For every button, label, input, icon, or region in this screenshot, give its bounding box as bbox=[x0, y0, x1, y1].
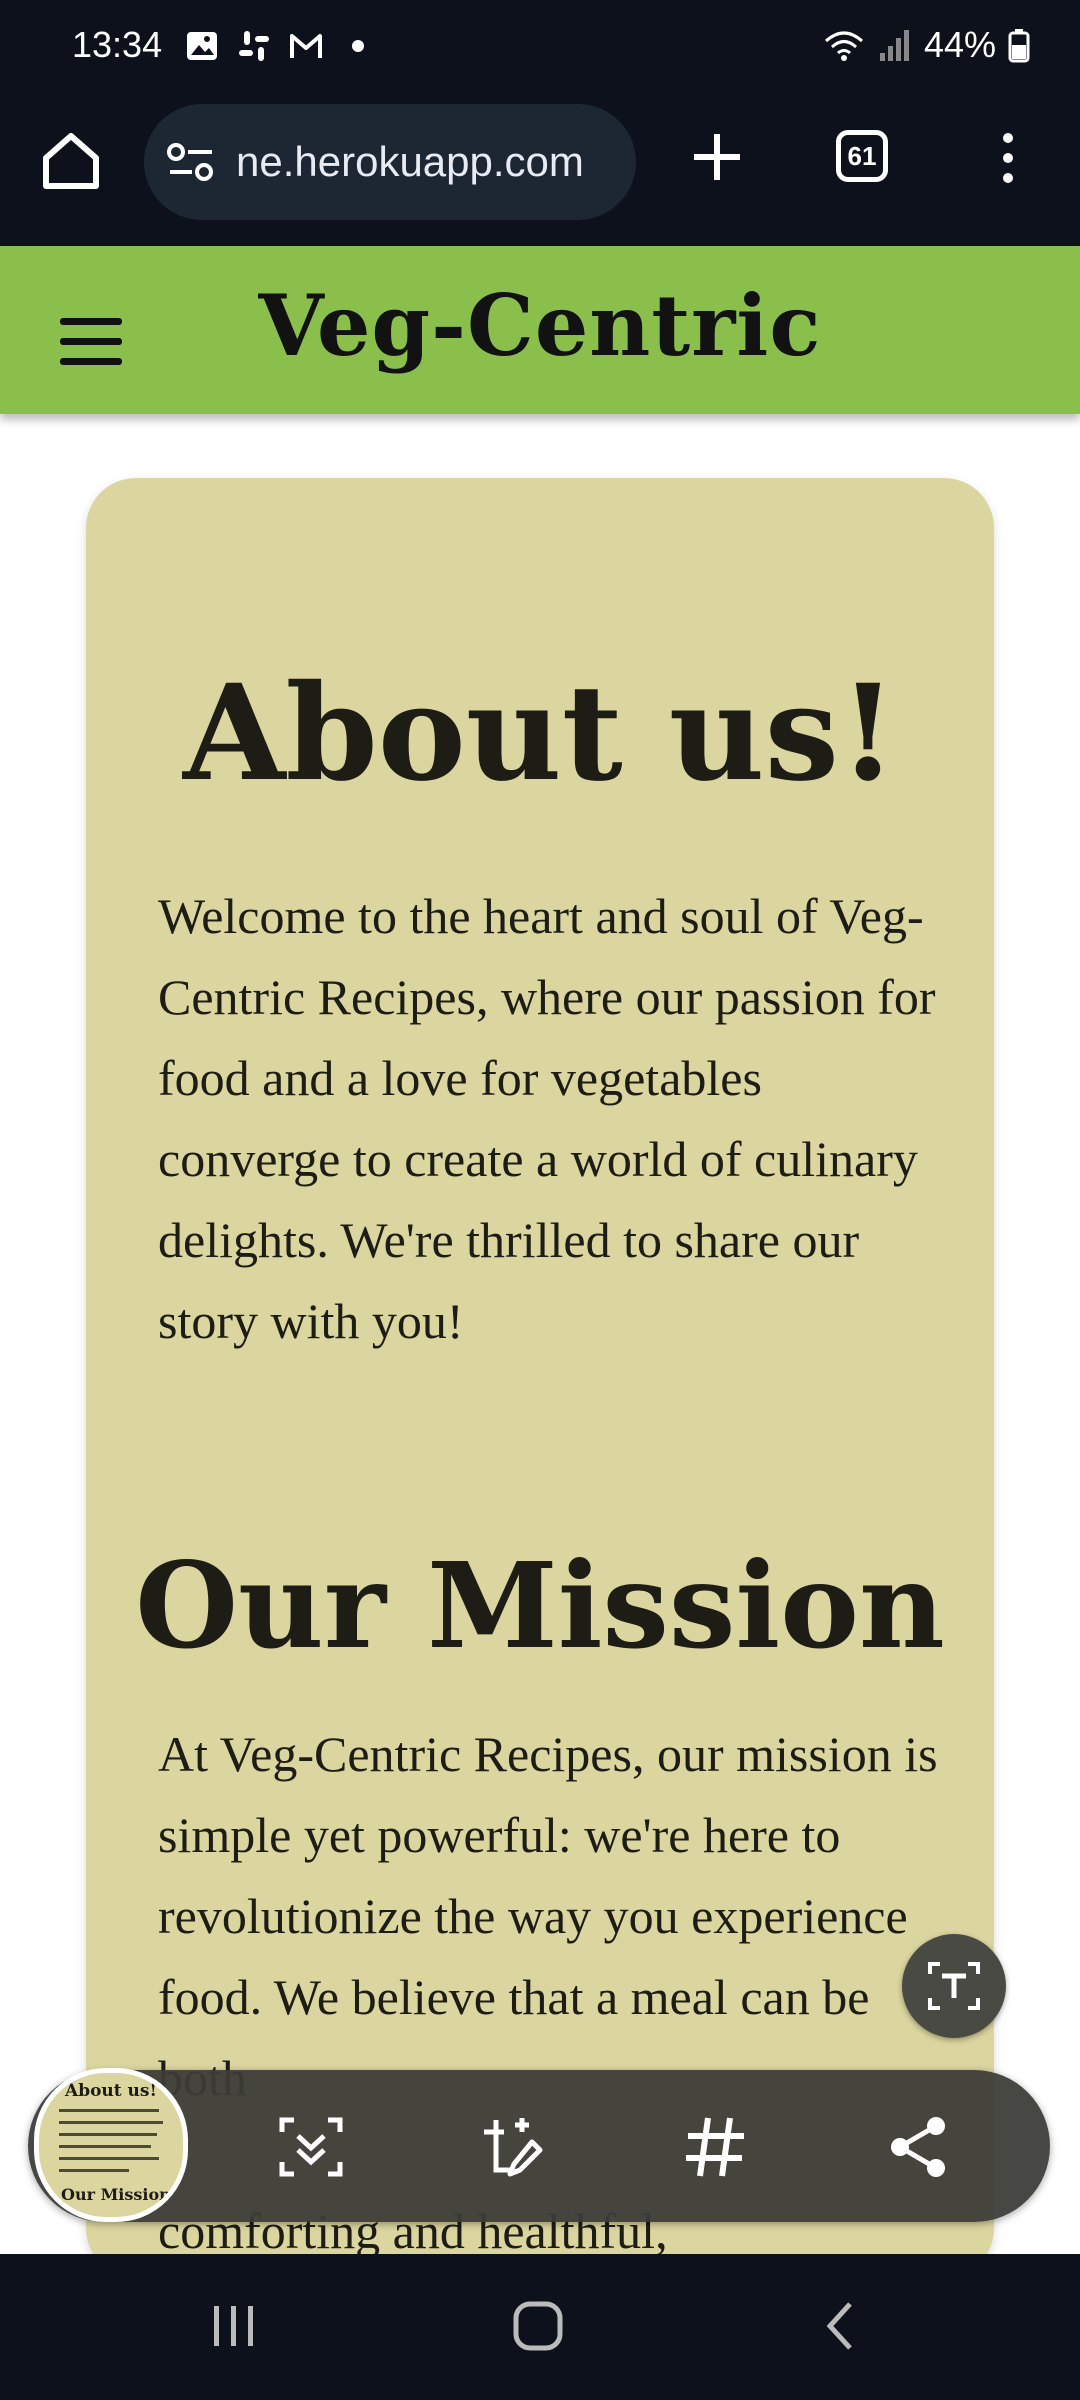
share-icon[interactable] bbox=[884, 2112, 954, 2182]
battery-icon bbox=[1008, 29, 1030, 63]
tab-switcher-button[interactable]: 61 bbox=[836, 130, 888, 182]
site-settings-icon[interactable] bbox=[166, 142, 216, 182]
gmail-icon bbox=[290, 34, 322, 58]
extract-text-button[interactable] bbox=[902, 1934, 1006, 2038]
battery-percent: 44% bbox=[923, 24, 996, 65]
edit-crop-icon[interactable] bbox=[476, 2112, 546, 2182]
site-title[interactable]: Veg-Centric bbox=[0, 276, 1080, 375]
about-paragraph: Welcome to the heart and soul of Veg-Cen… bbox=[158, 888, 936, 1349]
gallery-icon bbox=[187, 32, 217, 60]
wifi-icon bbox=[824, 31, 863, 61]
overflow-menu-icon[interactable] bbox=[986, 130, 1030, 186]
browser-toolbar: ne.herokuapp.com 61 bbox=[0, 98, 1080, 246]
thumb-text-line bbox=[59, 2157, 159, 2160]
mission-paragraph: At Veg-Centric Recipes, our mission is s… bbox=[158, 1726, 938, 2106]
scroll-capture-icon[interactable] bbox=[276, 2112, 346, 2182]
mission-heading: Our Mission bbox=[135, 1536, 945, 1675]
home-button-icon[interactable] bbox=[508, 2296, 568, 2356]
system-navigation-bar bbox=[0, 2254, 1080, 2400]
status-time: 13:34 bbox=[72, 24, 163, 65]
thumb-text-line bbox=[59, 2109, 159, 2112]
back-icon[interactable] bbox=[812, 2296, 872, 2356]
about-card: About us! Welcome to the heart and soul … bbox=[86, 478, 994, 2278]
home-icon[interactable] bbox=[38, 128, 104, 194]
text-extract-icon bbox=[928, 1962, 980, 2010]
hashtag-icon[interactable] bbox=[680, 2112, 750, 2182]
thumb-text-line bbox=[59, 2121, 163, 2124]
signal-icon bbox=[879, 30, 909, 61]
recents-icon[interactable] bbox=[204, 2296, 264, 2356]
dot-icon bbox=[352, 40, 364, 52]
site-header: Veg-Centric bbox=[0, 246, 1080, 414]
thumb-subtitle: Our Mission bbox=[61, 2185, 171, 2204]
url-text[interactable]: ne.herokuapp.com bbox=[236, 138, 626, 186]
screenshot-toolbar: About us! Our Mission bbox=[28, 2068, 1050, 2222]
slack-icon bbox=[239, 31, 269, 61]
about-heading: About us! bbox=[183, 656, 897, 811]
thumb-title: About us! bbox=[65, 2081, 157, 2101]
status-bar: 13:34 44% bbox=[0, 0, 1080, 98]
address-bar[interactable]: ne.herokuapp.com bbox=[144, 104, 636, 220]
thumb-text-line bbox=[59, 2133, 157, 2136]
screenshot-thumbnail[interactable]: About us! Our Mission bbox=[34, 2068, 188, 2222]
status-right: 44% bbox=[822, 24, 1030, 66]
thumb-text-line bbox=[59, 2145, 151, 2148]
thumb-text-line bbox=[59, 2169, 129, 2172]
new-tab-icon[interactable] bbox=[684, 124, 750, 190]
notification-icons bbox=[184, 28, 376, 64]
